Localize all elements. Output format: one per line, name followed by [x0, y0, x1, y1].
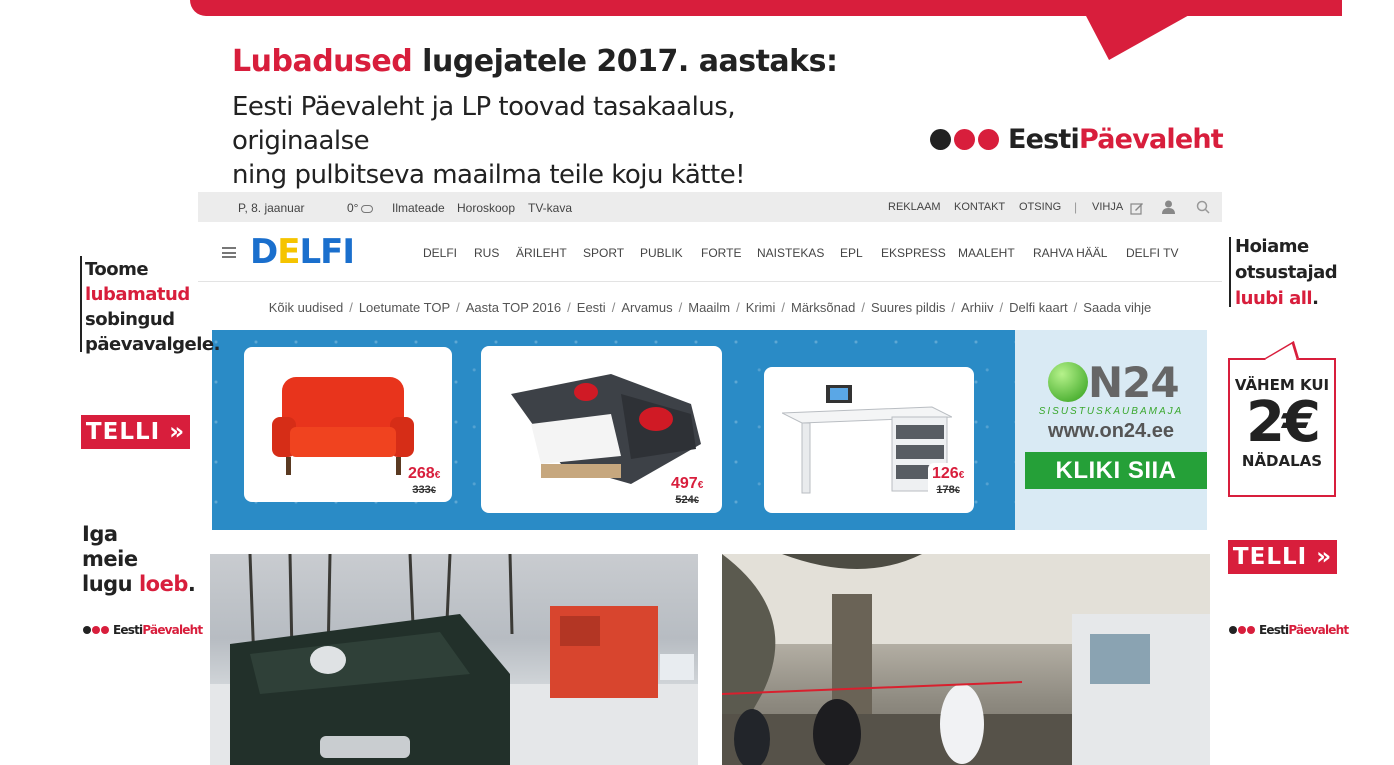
logo-dots-icon: [1229, 626, 1256, 634]
sublink-suures-pildis[interactable]: Suures pildis: [871, 300, 945, 315]
left-ad-text-2[interactable]: Iga meie lugu loeb.: [82, 522, 196, 597]
price-tag-sofa: 268€ 333€: [404, 463, 445, 499]
on24-url[interactable]: www.on24.ee: [1015, 420, 1207, 443]
divider: |: [1074, 200, 1078, 214]
nav-item-ekspress[interactable]: EKSPRESS: [881, 246, 946, 260]
sofa-image: [272, 377, 414, 475]
link-horoskoop[interactable]: Horoskoop: [457, 201, 515, 215]
delfi-logo[interactable]: DELFI: [250, 232, 355, 272]
product-card-desk[interactable]: 126€ 178€: [764, 367, 974, 513]
eesti-paevaleht-logo: Eesti Päevaleht: [930, 124, 1224, 155]
separator: /: [1073, 300, 1078, 315]
sublink-arvamus[interactable]: Arvamus: [621, 300, 672, 315]
nav-item-epl[interactable]: EPL: [840, 246, 863, 260]
link-kontakt[interactable]: KONTAKT: [954, 201, 1005, 213]
link-ilmateade[interactable]: Ilmateade: [392, 201, 445, 215]
kliki-siia-button[interactable]: KLIKI SIIA: [1025, 452, 1207, 489]
main-navigation: DELFI DELFI RUS ÄRILEHT SPORT PUBLIK FOR…: [198, 222, 1222, 282]
nav-item-maaleht[interactable]: MAALEHT: [958, 246, 1015, 260]
product-card-corner-sofa[interactable]: 497€ 524€: [481, 346, 722, 513]
separator: /: [999, 300, 1004, 315]
hamburger-menu-icon[interactable]: [222, 247, 236, 258]
top-banner-ad[interactable]: Lubadused lugejatele 2017. aastaks: Eest…: [0, 0, 1394, 190]
sublink-saada-vihje[interactable]: Saada vihje: [1083, 300, 1151, 315]
search-icon[interactable]: [1196, 200, 1210, 214]
sublink-marksonad[interactable]: Märksõnad: [791, 300, 855, 315]
left-ad-rule: [80, 256, 82, 352]
separator: /: [736, 300, 740, 315]
separator: /: [567, 300, 571, 315]
sublink-koik-uudised[interactable]: Kõik uudised: [269, 300, 343, 315]
sublink-eesti[interactable]: Eesti: [577, 300, 606, 315]
nav-item-sport[interactable]: SPORT: [583, 246, 624, 260]
right-ad-text[interactable]: Hoiame otsustajad luubi all.: [1235, 234, 1338, 312]
user-icon[interactable]: [1162, 200, 1175, 214]
desk-image: [782, 385, 952, 494]
nav-item-rahva-haal[interactable]: RAHVA HÄÄL: [1033, 246, 1107, 260]
nav-item-arileht[interactable]: ÄRILEHT: [516, 246, 567, 260]
right-ad-rule: [1229, 237, 1231, 307]
banner-subline: Eesti Päevaleht ja LP toovad tasakaalus,…: [232, 92, 746, 190]
link-tv-kava[interactable]: TV-kava: [528, 201, 572, 215]
on24-logo-icon: [1048, 362, 1088, 402]
on24-brand-panel[interactable]: N24 SISUSTUSKAUBAMAJA www.on24.ee KLIKI …: [1015, 330, 1207, 530]
logo-dots-icon: [930, 129, 1002, 150]
price-badge[interactable]: VÄHEM KUI 2€ NÄDALAS: [1228, 341, 1336, 497]
badge-bottom-text: NÄDALAS: [1241, 452, 1323, 470]
eesti-paevaleht-logo-right: Eesti Päevaleht: [1229, 623, 1349, 637]
nav-item-forte[interactable]: FORTE: [701, 246, 741, 260]
separator: /: [861, 300, 865, 315]
eesti-paevaleht-logo-left: Eesti Päevaleht: [83, 623, 203, 637]
weather-widget[interactable]: 0°: [347, 201, 374, 215]
news-photo-car-crash[interactable]: [210, 554, 698, 765]
link-reklaam[interactable]: REKLAAM: [888, 201, 941, 213]
nav-item-publik[interactable]: PUBLIK: [640, 246, 683, 260]
telli-button-left[interactable]: TELLI »: [81, 415, 190, 449]
current-date: P, 8. jaanuar: [238, 201, 305, 215]
news-photo-crime-scene[interactable]: [722, 554, 1210, 765]
sublink-maailm[interactable]: Maailm: [688, 300, 730, 315]
link-vihja[interactable]: VIHJA: [1092, 201, 1123, 213]
badge-amount: 2€: [1246, 390, 1321, 455]
telli-button-right[interactable]: TELLI »: [1228, 540, 1337, 574]
sublink-arhiiv[interactable]: Arhiiv: [961, 300, 994, 315]
nav-item-naistekas[interactable]: NAISTEKAS: [757, 246, 824, 260]
sublink-aasta-top[interactable]: Aasta TOP 2016: [466, 300, 561, 315]
site-top-bar: P, 8. jaanuar 0° Ilmateade Horoskoop TV-…: [198, 192, 1222, 222]
separator: /: [456, 300, 460, 315]
separator: /: [951, 300, 955, 315]
product-card-sofa[interactable]: 268€ 333€: [244, 347, 452, 502]
nav-item-delfi-tv[interactable]: DELFI TV: [1126, 246, 1178, 260]
price-tag-desk: 126€ 178€: [928, 463, 969, 499]
logo-dots-icon: [83, 626, 110, 634]
nav-item-delfi[interactable]: DELFI: [423, 246, 457, 260]
link-otsing[interactable]: OTSING: [1019, 201, 1061, 213]
car-crash-image: [210, 554, 698, 765]
badge-tail-icon: [1265, 341, 1299, 375]
separator: /: [349, 300, 353, 315]
edit-icon[interactable]: [1130, 201, 1144, 215]
separator: /: [611, 300, 616, 315]
furniture-ad-banner[interactable]: 268€ 333€ 497€ 524€ 126€ 178€ N24 SISUST…: [212, 330, 1207, 530]
banner-headline: Lubadused lugejatele 2017. aastaks:: [232, 44, 838, 79]
speech-bubble-tail: [1085, 14, 1191, 60]
sublink-loetumate-top[interactable]: Loetumate TOP: [359, 300, 450, 315]
nav-item-rus[interactable]: RUS: [474, 246, 499, 260]
section-links: Kõik uudised / Loetumate TOP / Aasta TOP 201…: [198, 300, 1222, 315]
price-tag-corner-sofa: 497€ 524€: [667, 473, 708, 509]
cloud-icon: [361, 205, 374, 213]
sublink-krimi[interactable]: Krimi: [746, 300, 776, 315]
left-ad-text-1[interactable]: Toome lubamatud sobingud päevavalgele.: [85, 257, 220, 357]
sublink-delfi-kaart[interactable]: Delfi kaart: [1009, 300, 1068, 315]
on24-brand: N24: [1088, 358, 1180, 407]
crime-scene-image: [722, 554, 1210, 765]
on24-tagline: SISUSTUSKAUBAMAJA: [1038, 406, 1184, 417]
separator: /: [678, 300, 683, 315]
separator: /: [781, 300, 785, 315]
